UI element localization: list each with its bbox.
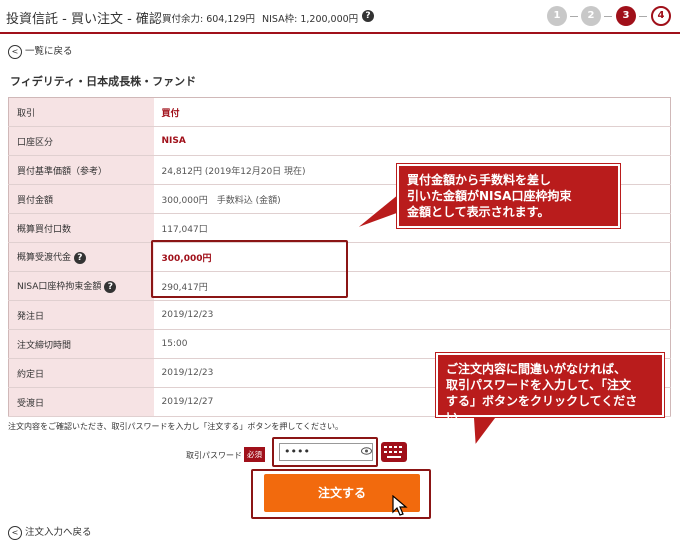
row-label: 注文締切時間 [8, 329, 154, 359]
row-value: 買付 [153, 97, 671, 127]
step-4: 4 [651, 6, 671, 26]
callout-line: 金額として表示されます。 [407, 205, 550, 219]
row-value: NISA [153, 126, 671, 156]
table-row: 取引 買付 [8, 97, 671, 127]
row-label: 発注日 [8, 300, 154, 330]
row-label: 買付基準価額（参考） [8, 155, 154, 185]
row-label: 口座区分 [8, 126, 154, 156]
row-label-text: 概算受渡代金 [17, 253, 72, 264]
back-to-order-input-link[interactable]: < 注文入力へ戻る [8, 524, 92, 540]
question-icon[interactable]: ? [362, 10, 374, 22]
callout-submit-note: ご注文内容に間違いがなければ、 取引パスワードを入力して、「注文 する」ボタンを… [436, 353, 664, 424]
row-label-text: NISA口座枠拘束金額 [17, 282, 102, 293]
buying-power: 買付余力: 604,129円 [162, 14, 256, 25]
step-connector [604, 16, 612, 17]
row-label: 概算受渡代金 ? [8, 242, 154, 272]
row-label: 約定日 [8, 358, 154, 388]
question-icon[interactable]: ? [104, 280, 117, 293]
back-to-list-label: 一覧に戻る [25, 46, 73, 57]
callout-line: 引いた金額がNISA口座枠拘束 [407, 189, 572, 203]
question-icon[interactable]: ? [73, 251, 86, 264]
row-label: 概算買付口数 [8, 213, 154, 243]
row-value: 2019/12/23 [153, 300, 671, 330]
highlight-frame [151, 240, 348, 298]
chevron-left-icon: < [8, 44, 22, 59]
callout-line: 買付金額から手数料を差し [407, 173, 552, 187]
chevron-left-icon: < [8, 525, 22, 540]
instruction-text: 注文内容をご確認いただき、取引パスワードを入力し「注文する」ボタンを押してくださ… [8, 422, 343, 431]
callout-nisa-note: 買付金額から手数料を差し 引いた金額がNISA口座枠拘束 金額として表示されます… [397, 164, 620, 228]
table-row: 口座区分 NISA [8, 126, 671, 156]
callout-line: 取引パスワードを入力して、「注文 [446, 378, 632, 392]
row-label: 取引 [8, 97, 154, 127]
header: 投資信託 - 買い注文 - 確認 買付余力: 604,129円 NISA枠: 1… [0, 0, 680, 34]
fund-name: フィデリティ・日本成長株・ファンド [10, 75, 197, 88]
step-2: 2 [581, 6, 601, 26]
step-1: 1 [547, 6, 567, 26]
back-to-order-input-label: 注文入力へ戻る [25, 527, 92, 538]
page-title: 投資信託 - 買い注文 - 確認 [6, 12, 162, 27]
required-badge: 必須 [244, 447, 265, 462]
callout-line: する」ボタンをクリックしてください。 [446, 394, 638, 424]
callout-line: ご注文内容に間違いがなければ、 [446, 362, 627, 376]
row-label: 買付金額 [8, 184, 154, 214]
row-label: NISA口座枠拘束金額 ? [8, 271, 154, 301]
step-3-current: 3 [616, 6, 636, 26]
nisa-limit: NISA枠: 1,200,000円 [262, 14, 359, 25]
password-input[interactable]: •••• [279, 443, 373, 461]
password-label: 取引パスワード [186, 451, 242, 460]
step-connector [639, 16, 647, 17]
table-row: 発注日 2019/12/23 [8, 300, 671, 330]
mouse-cursor-icon [392, 495, 408, 516]
software-keyboard-icon[interactable] [381, 442, 407, 462]
step-connector [570, 16, 578, 17]
row-label: 受渡日 [8, 387, 154, 417]
back-to-list-link[interactable]: < 一覧に戻る [8, 43, 73, 59]
eye-icon[interactable] [361, 447, 372, 458]
